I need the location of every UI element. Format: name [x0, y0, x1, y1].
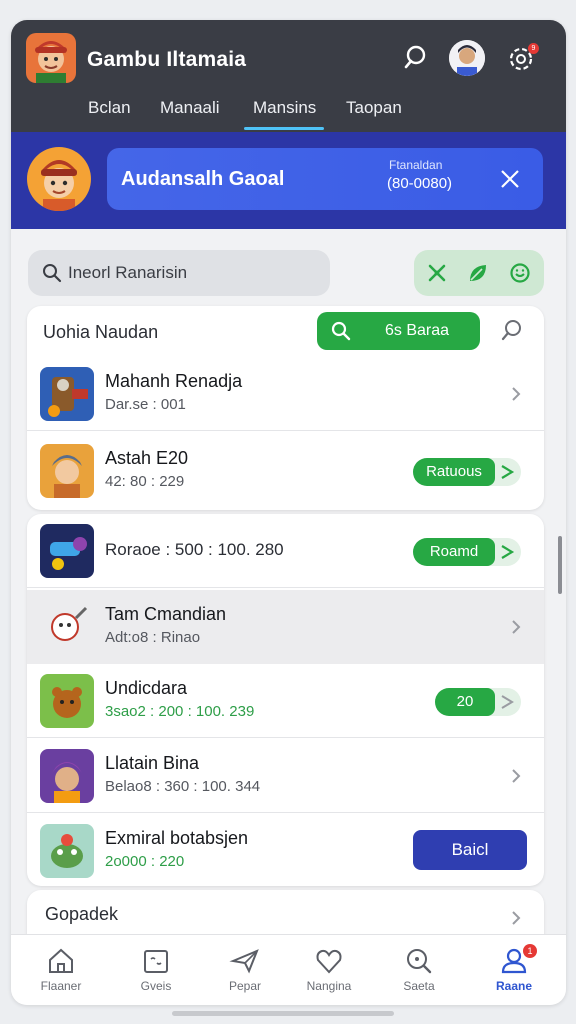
nav-item-send[interactable]: Pepar [205, 945, 285, 1003]
tab-taopan[interactable]: Taopan [346, 98, 402, 118]
promo-banner: Audansalh Gaoal Ftanaldan (80-0080) [11, 132, 566, 229]
section-title: Gopadek [45, 904, 119, 924]
game-thumbnail [40, 444, 94, 498]
search-icon[interactable] [401, 42, 433, 74]
tab-mansins[interactable]: Mansins [253, 98, 316, 118]
list-item[interactable]: Roraoe : 500 : 100. 280 Roamd [27, 514, 544, 588]
search-icon[interactable] [500, 318, 524, 342]
item-title: Exmiral botabsjen [105, 828, 249, 848]
search-icon [407, 949, 432, 974]
game-thumbnail [40, 367, 94, 421]
search-input[interactable]: Ineorl Ranarisin [28, 250, 330, 296]
action-button-label: Ratuous [413, 458, 495, 486]
item-subtitle: 42: 80 : 229 [105, 473, 185, 490]
quick-actions [414, 250, 544, 296]
item-subtitle: Dar.se : 001 [105, 396, 186, 413]
banner-meta-value: (80-0080) [387, 175, 453, 192]
action-button-label: Roamd [413, 538, 495, 566]
heart-icon [316, 949, 342, 974]
green-search-button[interactable]: 6s Baraa [317, 312, 480, 350]
list-card-title: Uohia Naudan [43, 322, 159, 342]
chevron-right-icon [509, 617, 523, 637]
top-tabs: Bclan Manaali Mansins Taopan [11, 92, 566, 132]
home-icon [49, 948, 73, 973]
arrow-right-icon [497, 542, 517, 562]
nav-label: Flaaner [40, 979, 82, 993]
action-button-label: 20 [435, 688, 495, 716]
nav-label: Saeta [403, 979, 435, 993]
item-title: Astah E20 [105, 448, 189, 468]
chevron-right-icon [509, 766, 523, 786]
list-item[interactable]: Undicdara 3sao2 : 200 : 100. 239 20 [27, 664, 544, 738]
list-item[interactable]: Astah E20 42: 80 : 229 Ratuous [27, 434, 544, 508]
game-thumbnail [40, 749, 94, 803]
item-title: Tam Cmandian [105, 604, 227, 624]
arrow-right-icon [497, 462, 517, 482]
tab-manaali[interactable]: Manaali [160, 98, 220, 118]
notification-badge: 9 [528, 43, 539, 54]
leaf-icon[interactable] [467, 262, 489, 284]
game-thumbnail [40, 824, 94, 878]
game-thumbnail [40, 674, 94, 728]
item-title: Llatain Bina [105, 753, 200, 773]
game-thumbnail [40, 524, 94, 578]
item-subtitle: Roraoe : 500 : 100. 280 [105, 540, 284, 559]
arrow-right-icon [497, 692, 517, 712]
list-item[interactable]: Exmiral botabsjen 2o000 : 220 Baicl [27, 814, 544, 886]
list-item[interactable]: Llatain Bina Belao8 : 360 : 100. 344 [27, 739, 544, 813]
nav-item-favorites[interactable]: Nangina [289, 945, 369, 1003]
action-button[interactable]: 20 [435, 688, 521, 716]
app-logo [26, 33, 76, 83]
action-button[interactable]: Roamd [413, 538, 521, 566]
nav-label: Raane [495, 979, 533, 993]
banner-title: Audansalh Gaoal [121, 168, 285, 190]
list-item[interactable]: Mahanh Renadja Dar.se : 001 [27, 357, 544, 431]
item-title: Undicdara [105, 678, 188, 698]
nav-item-calendar[interactable]: Gveis [116, 945, 196, 1003]
tab-bclan[interactable]: Bclan [88, 98, 131, 118]
green-search-label: 6s Baraa [385, 322, 450, 339]
notification-badge: 1 [523, 944, 537, 958]
app-screen: Gambu Iltamaia 9 Bclan Manaali Mansins T… [11, 20, 566, 1005]
calendar-icon [144, 950, 168, 973]
active-tab-indicator [244, 127, 324, 130]
nav-item-profile[interactable]: Raane 1 [474, 944, 554, 1003]
app-title: Gambu Iltamaia [87, 48, 247, 71]
nav-label: Nangina [306, 979, 352, 993]
nav-label: Pepar [228, 979, 262, 993]
home-indicator[interactable] [172, 1011, 394, 1016]
send-icon [229, 949, 259, 974]
item-title: Mahanh Renadja [105, 371, 243, 391]
app-header: Gambu Iltamaia 9 Bclan Manaali Mansins T… [11, 20, 566, 132]
game-thumbnail [40, 600, 94, 654]
close-icon[interactable] [499, 168, 521, 190]
banner-meta-label: Ftanaldan [389, 158, 443, 172]
chevron-right-icon [509, 384, 523, 404]
nav-item-home[interactable]: Flaaner [21, 945, 101, 1003]
banner-avatar [27, 147, 91, 211]
smile-icon[interactable] [509, 262, 531, 284]
list-card-secondary: Roraoe : 500 : 100. 280 Roamd Tam Cmandi… [27, 514, 544, 886]
item-subtitle: Belao8 : 360 : 100. 344 [105, 778, 261, 795]
action-button[interactable]: Baicl [413, 830, 527, 870]
item-subtitle: 3sao2 : 200 : 100. 239 [105, 703, 255, 720]
nav-item-search[interactable]: Saeta [379, 945, 459, 1003]
avatar[interactable] [449, 40, 485, 76]
nav-label: Gveis [140, 979, 172, 993]
list-item[interactable]: Tam Cmandian Adt:o8 : Rinao [27, 590, 544, 664]
search-placeholder: Ineorl Ranarisin [68, 263, 188, 282]
scrollbar[interactable] [558, 536, 562, 594]
action-button[interactable]: Ratuous [413, 458, 521, 486]
list-card: Uohia Naudan 6s Baraa Mahanh Renadja Dar… [27, 306, 544, 510]
search-icon [42, 263, 62, 283]
banner-card[interactable]: Audansalh Gaoal Ftanaldan (80-0080) [107, 148, 543, 210]
puzzle-icon[interactable] [426, 262, 448, 284]
bottom-nav: Flaaner Gveis Pepar Nangina Saeta Raane … [11, 934, 566, 1005]
item-subtitle: 2o000 : 220 [105, 853, 185, 870]
search-icon [331, 321, 351, 341]
item-subtitle: Adt:o8 : Rinao [105, 629, 201, 646]
chevron-right-icon [509, 908, 523, 928]
